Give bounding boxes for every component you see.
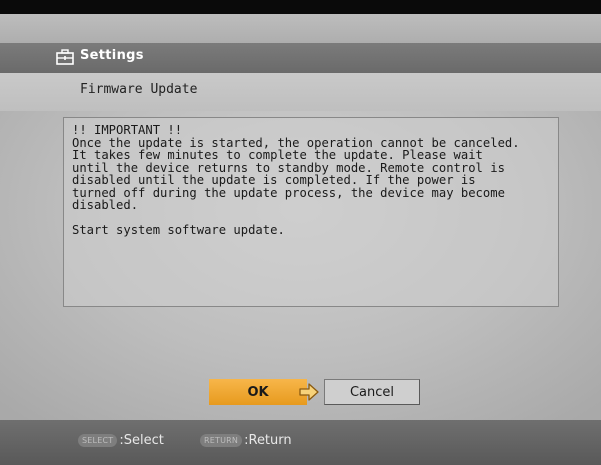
select-key-icon: SELECT xyxy=(78,434,118,447)
settings-toolbox-icon xyxy=(56,49,74,65)
select-hint-label: :Select xyxy=(119,433,164,448)
footer-return-hint: RETURN :Return xyxy=(200,433,292,448)
message-prompt: Start system software update. xyxy=(72,223,285,237)
tv-screen: Settings Firmware Update !! IMPORTANT !!… xyxy=(0,0,601,465)
return-hint-label: :Return xyxy=(244,433,292,448)
message-text: !! IMPORTANT !! Once the update is start… xyxy=(72,124,554,237)
message-body: Once the update is started, the operatio… xyxy=(72,135,520,212)
top-border xyxy=(0,0,601,14)
return-key-icon: RETURN xyxy=(200,434,243,447)
page-title: Settings xyxy=(80,48,144,63)
page-subtitle: Firmware Update xyxy=(80,82,198,97)
hand-pointer-icon xyxy=(299,383,319,401)
footer-select-hint: SELECT :Select xyxy=(78,433,164,448)
ok-button[interactable]: OK xyxy=(209,379,307,405)
cancel-button[interactable]: Cancel xyxy=(324,379,420,405)
